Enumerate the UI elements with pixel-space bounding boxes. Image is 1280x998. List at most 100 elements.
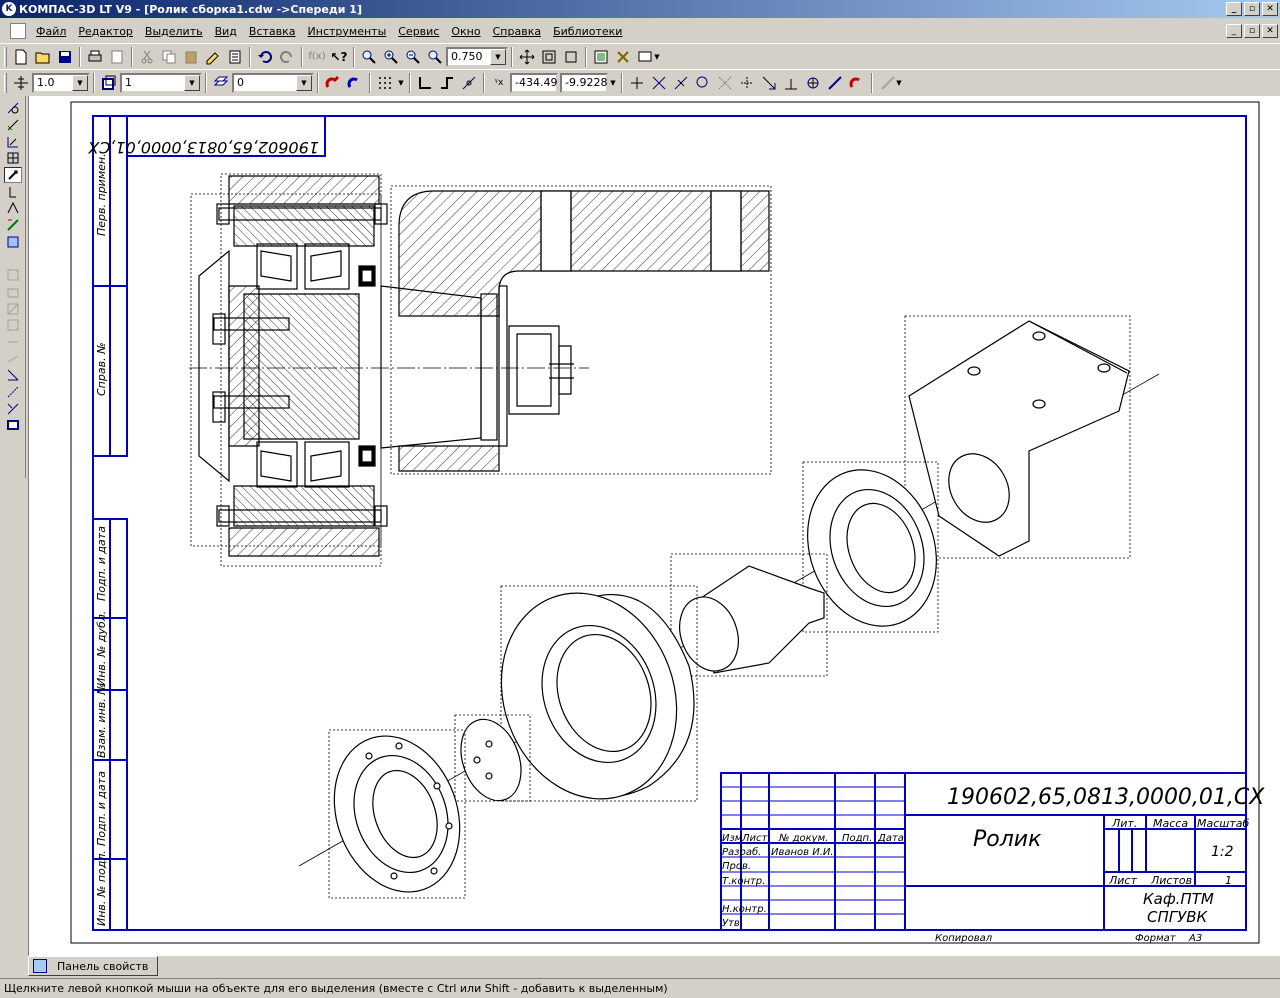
grid-icon[interactable]: [374, 72, 396, 94]
zoom-icon[interactable]: [358, 46, 380, 68]
style-combo[interactable]: 0 ▼: [232, 72, 314, 93]
zoom-scale-icon[interactable]: [424, 46, 446, 68]
layers-icon[interactable]: [4, 417, 22, 434]
doc-close-button[interactable]: ✕: [1262, 24, 1278, 38]
snap-circle-icon[interactable]: [802, 72, 824, 94]
library-icon[interactable]: [612, 46, 634, 68]
menu-libraries[interactable]: Библиотеки: [547, 25, 628, 38]
chevron-down-icon[interactable]: ▼: [72, 74, 88, 91]
copy-properties-icon[interactable]: [202, 46, 224, 68]
insert-fragment-icon[interactable]: [4, 267, 22, 284]
chevron-down-icon[interactable]: ▼: [296, 74, 312, 91]
grid-menu-icon[interactable]: ▼: [396, 72, 406, 94]
select-icon[interactable]: [4, 200, 22, 217]
open-folder-icon[interactable]: [32, 46, 54, 68]
org-line1: Каф.ПТМ: [1143, 890, 1214, 908]
lit-label: Лит.: [1111, 817, 1137, 830]
minimize-button[interactable]: _: [1226, 2, 1242, 16]
save-icon[interactable]: [54, 46, 76, 68]
parametrization-icon[interactable]: [3, 166, 22, 184]
snap-angle-icon[interactable]: [758, 72, 780, 94]
drawing-canvas[interactable]: Перв. примен. Справ. № Подп. и дата Инв.…: [28, 96, 1280, 956]
cursor-snap-icon[interactable]: [458, 72, 480, 94]
snap-intersection-icon[interactable]: [648, 72, 670, 94]
snap-settings-icon[interactable]: ▼: [876, 72, 906, 94]
print-icon[interactable]: [84, 46, 106, 68]
snap-center-icon[interactable]: [692, 72, 714, 94]
menu-editor[interactable]: Редактор: [72, 25, 139, 38]
cut-icon[interactable]: [136, 46, 158, 68]
menu-tools[interactable]: Инструменты: [302, 25, 393, 38]
zoom-combo[interactable]: 0.750 ▼: [446, 46, 508, 67]
step-combo[interactable]: 1.0 ▼: [32, 72, 90, 93]
snap-nearest-icon[interactable]: [626, 72, 648, 94]
geometry-icon[interactable]: [4, 100, 22, 117]
menu-window[interactable]: Окно: [445, 25, 486, 38]
snap-magnet-icon[interactable]: [322, 72, 344, 94]
help-pointer-icon[interactable]: ↖?: [328, 46, 350, 68]
document-icon[interactable]: [10, 23, 26, 39]
reports-icon[interactable]: [4, 234, 22, 251]
coord-menu-icon[interactable]: ▼: [608, 72, 618, 94]
coord-y-field[interactable]: -9.9228: [560, 72, 608, 93]
detail-view-icon[interactable]: [4, 317, 22, 334]
zoom-in-icon[interactable]: [380, 46, 402, 68]
menu-service[interactable]: Сервис: [392, 25, 445, 38]
pan-icon[interactable]: [516, 46, 538, 68]
doc-minimize-button[interactable]: _: [1226, 24, 1242, 38]
spec-icon[interactable]: [4, 217, 22, 234]
arrow-view-icon[interactable]: [4, 384, 22, 401]
refresh-icon[interactable]: [560, 46, 582, 68]
doc-restore-button[interactable]: ▫: [1244, 24, 1260, 38]
properties-panel-tab[interactable]: Панель свойств: [28, 956, 158, 976]
edit-icon[interactable]: [4, 150, 22, 167]
snap-normal-icon[interactable]: [780, 72, 802, 94]
menu-insert[interactable]: Вставка: [243, 25, 302, 38]
local-cs-icon[interactable]: [414, 72, 436, 94]
copy-icon[interactable]: [158, 46, 180, 68]
coord-x-field[interactable]: -434.49: [510, 72, 558, 93]
step-icon[interactable]: [10, 72, 32, 94]
ortho-icon[interactable]: [436, 72, 458, 94]
menu-help[interactable]: Справка: [487, 25, 547, 38]
show-all-icon[interactable]: [538, 46, 560, 68]
kompas-app-icon[interactable]: K: [2, 2, 16, 16]
local-view-icon[interactable]: [4, 334, 22, 351]
snap-point-icon[interactable]: [736, 72, 758, 94]
print-preview-icon[interactable]: [106, 46, 128, 68]
break-view-icon[interactable]: [4, 350, 22, 367]
snap-magnet-red-icon[interactable]: [846, 72, 868, 94]
menu-select[interactable]: Выделить: [139, 25, 209, 38]
redo-icon[interactable]: [276, 46, 298, 68]
measure-icon[interactable]: [4, 183, 22, 200]
notation-icon[interactable]: [4, 133, 22, 150]
projection-icon[interactable]: [4, 367, 22, 384]
snap-midpoint-icon[interactable]: [670, 72, 692, 94]
display-icon[interactable]: ▼: [634, 46, 664, 68]
section-icon[interactable]: [4, 300, 22, 317]
menu-file[interactable]: Файл: [30, 25, 72, 38]
coordinates-icon[interactable]: ᵞx: [488, 72, 510, 94]
layer-icon[interactable]: [98, 72, 120, 94]
chevron-down-icon[interactable]: ▼: [184, 74, 200, 91]
snap-line-icon[interactable]: [824, 72, 846, 94]
dimensions-icon[interactable]: [4, 117, 22, 134]
snap-tangent-icon[interactable]: [714, 72, 736, 94]
paste-icon[interactable]: [180, 46, 202, 68]
style-icon[interactable]: [210, 72, 232, 94]
close-button[interactable]: ✕: [1262, 2, 1278, 16]
local-snap-icon[interactable]: [344, 72, 366, 94]
layer-combo[interactable]: 1 ▼: [120, 72, 202, 93]
layer-value: 1: [125, 76, 132, 89]
properties-icon[interactable]: [224, 46, 246, 68]
insert-view-icon[interactable]: [4, 284, 22, 301]
cut-line-icon[interactable]: [4, 400, 22, 417]
menu-view[interactable]: Вид: [209, 25, 243, 38]
maximize-button[interactable]: ▫: [1244, 2, 1260, 16]
undo-icon[interactable]: [254, 46, 276, 68]
new-document-icon[interactable]: [10, 46, 32, 68]
manager-icon[interactable]: [590, 46, 612, 68]
chevron-down-icon[interactable]: ▼: [490, 48, 506, 65]
zoom-out-icon[interactable]: [402, 46, 424, 68]
function-icon[interactable]: f(x): [306, 46, 328, 68]
